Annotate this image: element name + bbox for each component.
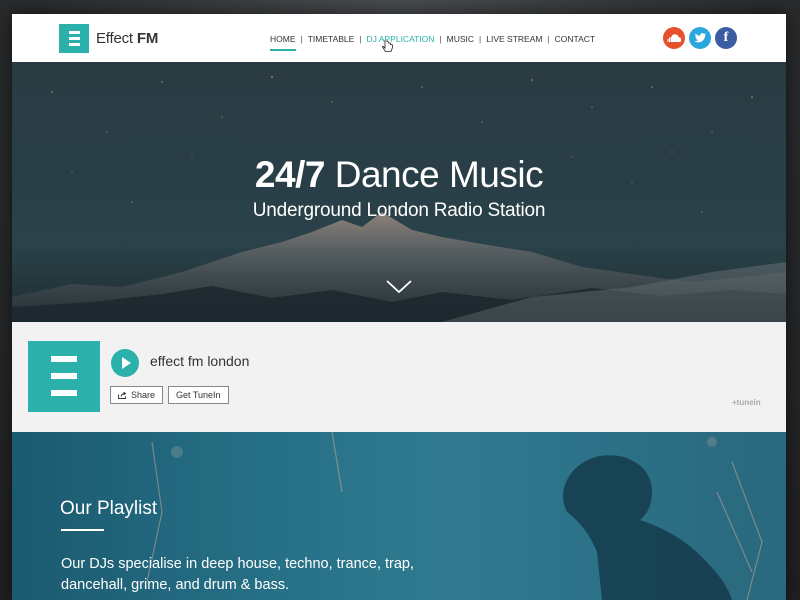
heading-divider [61,529,104,531]
share-button[interactable]: Share [110,386,164,404]
play-button[interactable] [111,349,139,377]
playlist-heading: Our Playlist [60,498,158,519]
nav-separator: | [547,34,550,44]
hero-subtitle: Underground London Radio Station [252,200,546,221]
browser-page: Effect FM HOME | TIMETABLE | DJ APPLICAT… [12,14,786,600]
share-icon [118,391,127,399]
nav-timetable[interactable]: TIMETABLE [308,34,355,44]
nav-dj-application[interactable]: DJ APPLICATION [367,34,435,44]
nav-music[interactable]: MUSIC [447,34,474,44]
playlist-description: Our DJs specialise in deep house, techno… [61,556,415,593]
hand-cursor-icon [382,40,393,52]
site-logo[interactable]: Effect FM [59,24,158,53]
chevron-down-icon[interactable] [386,280,412,294]
station-name: effect fm london [150,353,250,369]
get-tunein-label: Get TuneIn [176,390,221,400]
radio-player-widget: effect fm london Share Get TuneIn +tunei… [12,322,786,432]
main-nav: HOME | TIMETABLE | DJ APPLICATION | MUSI… [270,34,595,51]
logo-mark-icon [59,24,89,53]
nav-separator: | [359,34,362,44]
nav-live-stream[interactable]: LIVE STREAM [486,34,542,44]
facebook-icon[interactable]: f [715,27,737,49]
hero-banner: 24/7 Dance Music Underground London Radi… [12,62,786,322]
nav-home[interactable]: HOME [270,34,296,51]
site-header: Effect FM HOME | TIMETABLE | DJ APPLICAT… [12,14,786,62]
soundcloud-icon[interactable] [663,27,685,49]
nav-contact[interactable]: CONTACT [555,34,595,44]
logo-text: Effect FM [96,30,159,47]
nav-separator: | [479,34,482,44]
nav-separator: | [300,34,303,44]
playlist-section: Our Playlist Our DJs specialise in deep … [12,432,786,600]
tunein-logo[interactable]: +tunein [732,398,761,407]
get-tunein-button[interactable]: Get TuneIn [168,386,229,404]
twitter-icon[interactable] [689,27,711,49]
social-links: f [663,27,737,49]
hero-title: 24/7 Dance Music [254,154,544,195]
station-logo [28,341,100,412]
nav-separator: | [439,34,442,44]
share-label: Share [131,390,156,400]
